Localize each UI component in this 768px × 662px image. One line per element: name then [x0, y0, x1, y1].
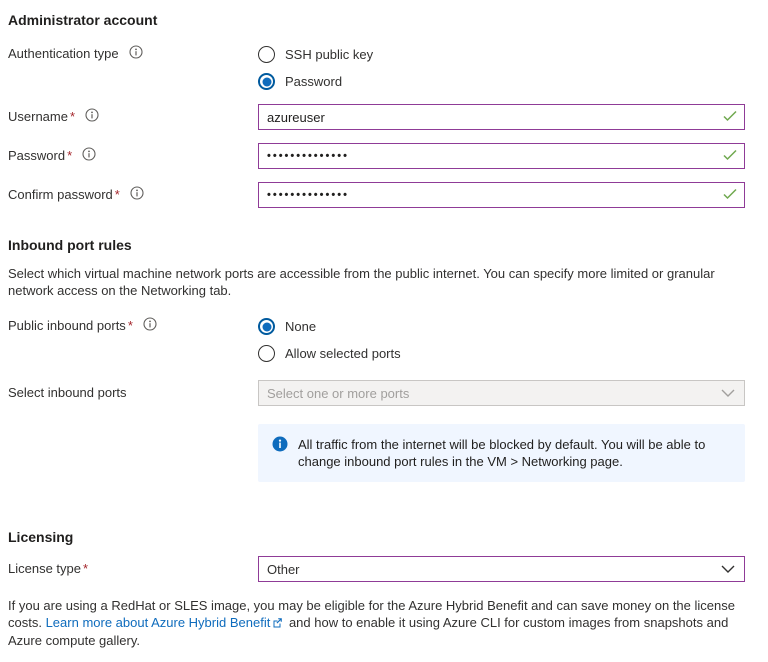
license-type-dropdown[interactable]: Other	[258, 556, 745, 582]
required-asterisk: *	[83, 561, 88, 576]
authentication-type-row: Authentication type SSH public key Passw…	[8, 41, 745, 95]
required-asterisk: *	[128, 318, 133, 333]
info-icon[interactable]	[130, 186, 144, 203]
licensing-heading: Licensing	[8, 529, 745, 545]
radio-circle-icon	[258, 345, 275, 362]
valid-checkmark-icon	[723, 188, 737, 203]
info-icon[interactable]	[129, 45, 143, 62]
info-icon[interactable]	[143, 317, 157, 334]
chevron-down-icon	[721, 562, 735, 577]
radio-allow-selected-ports-label: Allow selected ports	[285, 346, 401, 361]
select-inbound-ports-label: Select inbound ports	[8, 384, 127, 402]
confirm-password-input[interactable]	[258, 182, 745, 208]
public-inbound-ports-label: Public inbound ports*	[8, 317, 133, 335]
authentication-type-label: Authentication type	[8, 45, 119, 63]
radio-circle-icon	[258, 318, 275, 335]
license-type-row: License type* Other	[8, 556, 745, 582]
external-link-icon[interactable]	[272, 615, 283, 632]
select-inbound-ports-row: Select inbound ports Select one or more …	[8, 380, 745, 406]
info-filled-icon	[272, 436, 288, 455]
info-banner-row: All traffic from the internet will be bl…	[8, 424, 745, 482]
valid-checkmark-icon	[723, 110, 737, 125]
confirm-password-row: Confirm password*	[8, 182, 745, 208]
required-asterisk: *	[70, 109, 75, 124]
radio-none[interactable]: None	[258, 313, 745, 340]
public-inbound-ports-radio-group: None Allow selected ports	[258, 313, 745, 367]
info-banner: All traffic from the internet will be bl…	[258, 424, 745, 482]
radio-allow-selected-ports[interactable]: Allow selected ports	[258, 340, 745, 367]
radio-ssh-public-key[interactable]: SSH public key	[258, 41, 745, 68]
required-asterisk: *	[115, 187, 120, 202]
admin-account-heading: Administrator account	[8, 12, 745, 28]
valid-checkmark-icon	[723, 149, 737, 164]
radio-ssh-public-key-label: SSH public key	[285, 47, 373, 62]
radio-circle-icon	[258, 73, 275, 90]
info-icon[interactable]	[82, 147, 96, 164]
licensing-note: If you are using a RedHat or SLES image,…	[8, 597, 738, 649]
username-input[interactable]	[258, 104, 745, 130]
password-row: Password*	[8, 143, 745, 169]
confirm-password-label: Confirm password*	[8, 186, 120, 204]
inbound-port-rules-description: Select which virtual machine network por…	[8, 265, 732, 299]
chevron-down-icon	[721, 386, 735, 401]
info-icon[interactable]	[85, 108, 99, 125]
inbound-port-rules-heading: Inbound port rules	[8, 237, 745, 253]
radio-password[interactable]: Password	[258, 68, 745, 95]
public-inbound-ports-row: Public inbound ports* None Allow selecte…	[8, 313, 745, 367]
info-banner-text: All traffic from the internet will be bl…	[298, 436, 730, 470]
required-asterisk: *	[67, 148, 72, 163]
username-row: Username*	[8, 104, 745, 130]
license-type-value: Other	[267, 562, 300, 577]
azure-hybrid-benefit-link[interactable]: Learn more about Azure Hybrid Benefit	[46, 615, 271, 630]
authentication-type-radio-group: SSH public key Password	[258, 41, 745, 95]
password-label: Password*	[8, 147, 72, 165]
radio-circle-icon	[258, 46, 275, 63]
radio-none-label: None	[285, 319, 316, 334]
select-inbound-ports-dropdown: Select one or more ports	[258, 380, 745, 406]
select-inbound-ports-placeholder: Select one or more ports	[267, 386, 409, 401]
password-input[interactable]	[258, 143, 745, 169]
username-label: Username*	[8, 108, 75, 126]
license-type-label: License type*	[8, 560, 88, 578]
radio-password-label: Password	[285, 74, 342, 89]
